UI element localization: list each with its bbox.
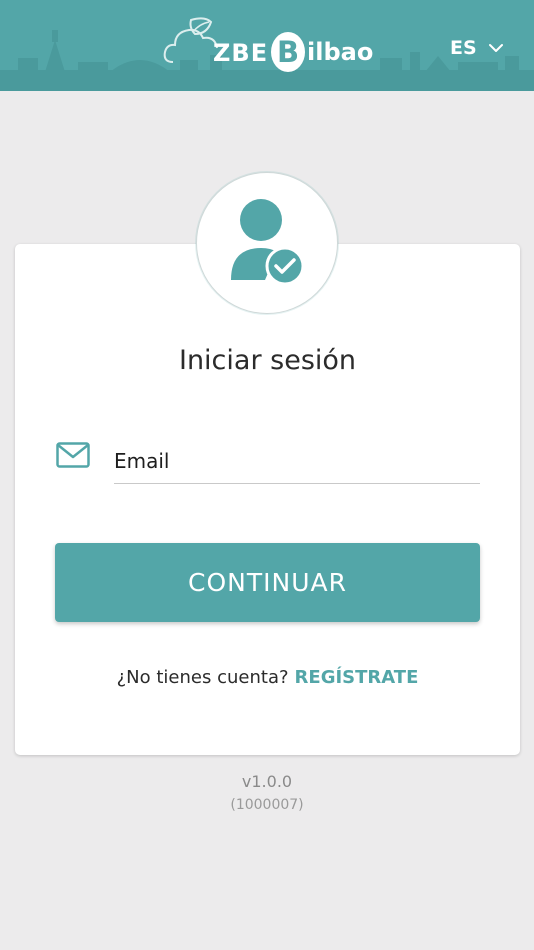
- avatar-circle: [196, 172, 338, 314]
- language-label: ES: [450, 37, 477, 59]
- build-number: (1000007): [230, 797, 304, 813]
- email-field-row: [56, 438, 480, 486]
- continue-button[interactable]: CONTINUAR: [55, 543, 480, 622]
- logo-zbe-text: ZBE: [213, 39, 269, 67]
- user-check-icon: [231, 199, 305, 286]
- envelope-icon: [56, 442, 90, 468]
- register-link[interactable]: REGÍSTRATE: [295, 667, 419, 688]
- app-version: v1.0.0: [241, 772, 293, 791]
- signup-prompt: ¿No tienes cuenta?: [116, 667, 289, 688]
- logo-bilbao-text: ilbao: [307, 38, 374, 66]
- email-input[interactable]: [114, 438, 480, 484]
- app-header: ZBE B ilbao ES: [0, 0, 534, 91]
- chevron-down-icon: [488, 44, 503, 52]
- language-selector[interactable]: ES: [450, 34, 503, 62]
- logo-b-badge: B: [271, 32, 305, 72]
- signup-row: ¿No tienes cuenta? REGÍSTRATE: [15, 664, 520, 692]
- zbe-bilbao-logo: ZBE B ilbao: [163, 14, 378, 78]
- page-title: Iniciar sesión: [178, 345, 357, 376]
